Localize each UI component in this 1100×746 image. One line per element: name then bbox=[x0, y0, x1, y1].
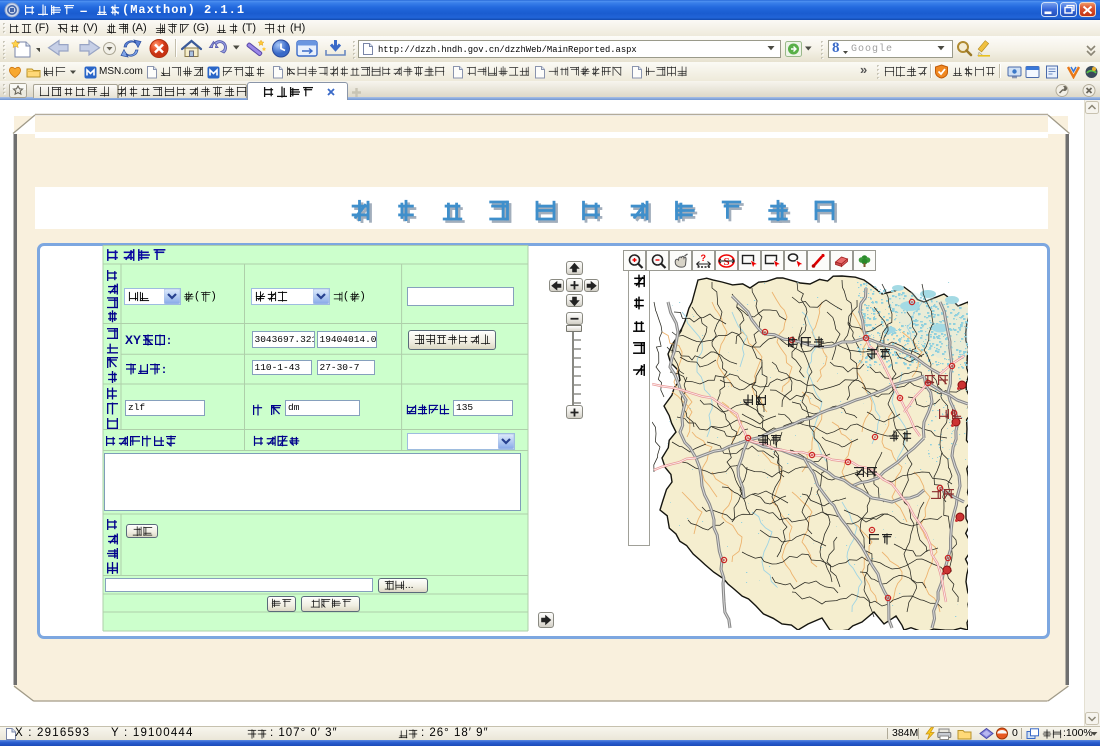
svg-text:?: ? bbox=[700, 253, 706, 263]
svg-text:S: S bbox=[723, 256, 729, 268]
